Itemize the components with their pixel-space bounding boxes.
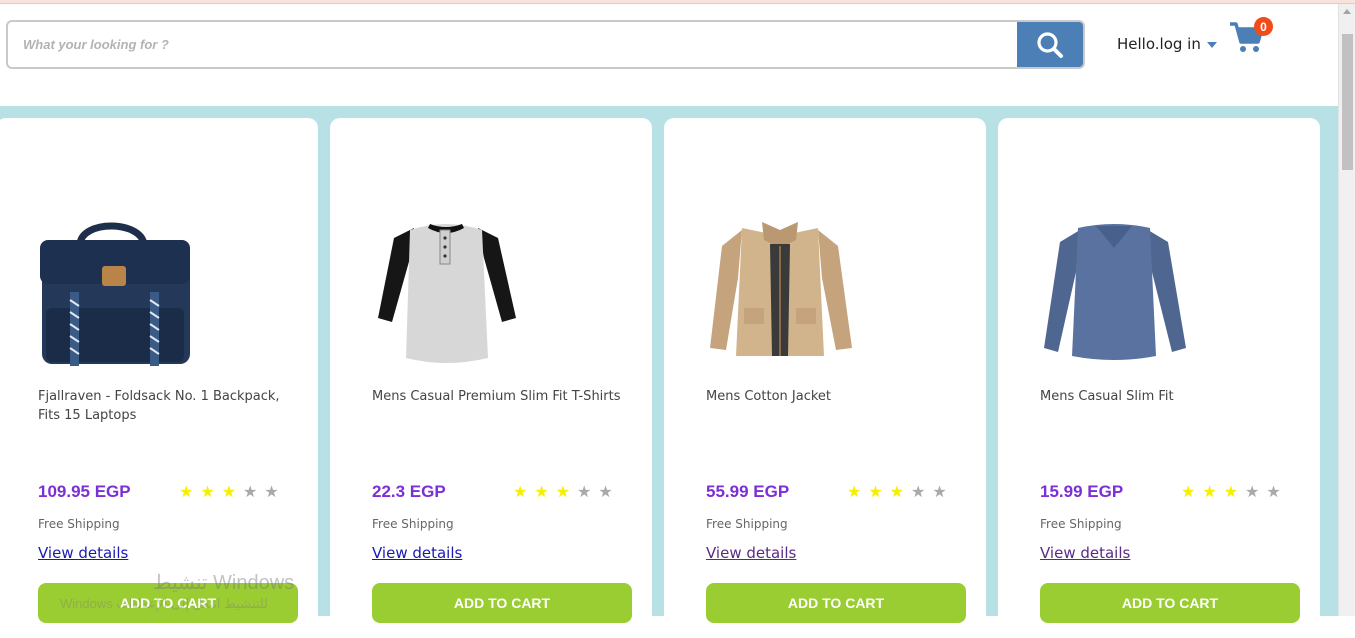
star-icon: ★ xyxy=(1266,482,1281,501)
star-icon: ★ xyxy=(598,482,613,501)
view-details-link[interactable]: View details xyxy=(372,544,462,562)
star-icon: ★ xyxy=(1181,482,1196,501)
view-details-link[interactable]: View details xyxy=(38,544,128,562)
product-image xyxy=(710,222,852,356)
shipping-label: Free Shipping xyxy=(38,517,120,531)
product-price: 22.3 EGP xyxy=(372,482,446,501)
cart-count-badge: 0 xyxy=(1254,17,1273,36)
star-icon: ★ xyxy=(555,482,571,501)
shipping-label: Free Shipping xyxy=(706,517,788,531)
product-title: Mens Casual Premium Slim Fit T-Shirts xyxy=(372,389,621,404)
scrollbar-thumb[interactable] xyxy=(1342,34,1353,170)
product-card: Fjallraven - Foldsack No. 1 Backpack, Fi… xyxy=(0,118,318,638)
rating-stars: ★ ★ ★ ★ ★ xyxy=(179,484,279,500)
product-title: Mens Cotton Jacket xyxy=(706,389,832,404)
product-title: Mens Casual Slim Fit xyxy=(1040,389,1174,404)
star-icon: ★ xyxy=(577,482,592,501)
star-icon: ★ xyxy=(1245,482,1260,501)
search-button[interactable] xyxy=(1017,22,1083,67)
add-to-cart-button[interactable]: ADD TO CART xyxy=(706,583,966,623)
search-bar xyxy=(6,20,1085,69)
product-title: Fjallraven - Foldsack No. 1 Backpack, Fi… xyxy=(38,389,280,423)
windows-activation-watermark: تنشيط Windows xyxy=(153,572,295,594)
search-input[interactable] xyxy=(8,22,1018,67)
products-section: Fjallraven - Foldsack No. 1 Backpack, Fi… xyxy=(0,106,1338,638)
shipping-label: Free Shipping xyxy=(372,517,454,531)
product-card: Mens Cotton Jacket 55.99 EGP ★ ★ ★ ★ ★ Free … xyxy=(664,118,986,638)
product-price: 55.99 EGP xyxy=(706,482,790,501)
star-icon: ★ xyxy=(847,482,862,501)
windows-activation-hint: Windows للتنشيط انتقل إلى الإعدادات xyxy=(60,596,269,611)
star-icon: ★ xyxy=(534,482,549,501)
star-icon: ★ xyxy=(932,482,947,501)
product-card: Mens Casual Premium Slim Fit T-Shirts 22… xyxy=(330,118,652,638)
star-icon: ★ xyxy=(889,482,905,501)
star-icon: ★ xyxy=(243,482,258,501)
star-icon: ★ xyxy=(1202,482,1217,501)
shipping-label: Free Shipping xyxy=(1040,517,1122,531)
star-icon: ★ xyxy=(868,482,883,501)
site-header: Hello.log in 0 xyxy=(0,4,1338,106)
star-icon: ★ xyxy=(1223,482,1239,501)
product-price: 15.99 EGP xyxy=(1040,482,1124,501)
star-icon: ★ xyxy=(513,482,528,501)
product-card: Mens Casual Slim Fit 15.99 EGP ★ ★ ★ ★ ★ Fre… xyxy=(998,118,1320,638)
login-menu[interactable]: Hello.log in xyxy=(1117,35,1217,53)
product-price: 109.95 EGP xyxy=(38,482,131,501)
product-image xyxy=(378,224,516,363)
chevron-down-icon xyxy=(1206,42,1217,48)
rating-stars: ★ ★ ★ ★ ★ xyxy=(847,484,947,500)
cart-button[interactable]: 0 xyxy=(1229,17,1273,60)
view-details-link[interactable]: View details xyxy=(706,544,796,562)
add-to-cart-button[interactable]: ADD TO CART xyxy=(372,583,632,623)
login-label: Hello.log in xyxy=(1117,35,1201,53)
star-icon: ★ xyxy=(200,482,215,501)
star-icon: ★ xyxy=(221,482,237,501)
view-details-link[interactable]: View details xyxy=(1040,544,1130,562)
scroll-up-icon[interactable] xyxy=(1343,9,1351,14)
star-icon: ★ xyxy=(179,482,194,501)
star-icon: ★ xyxy=(264,482,279,501)
page-scrollbar[interactable] xyxy=(1338,4,1355,616)
product-image xyxy=(40,222,190,366)
rating-stars: ★ ★ ★ ★ ★ xyxy=(513,484,613,500)
star-icon: ★ xyxy=(911,482,926,501)
add-to-cart-button[interactable]: ADD TO CART xyxy=(1040,583,1300,623)
search-icon xyxy=(1037,31,1063,58)
product-image xyxy=(1044,224,1186,360)
rating-stars: ★ ★ ★ ★ ★ xyxy=(1181,484,1281,500)
